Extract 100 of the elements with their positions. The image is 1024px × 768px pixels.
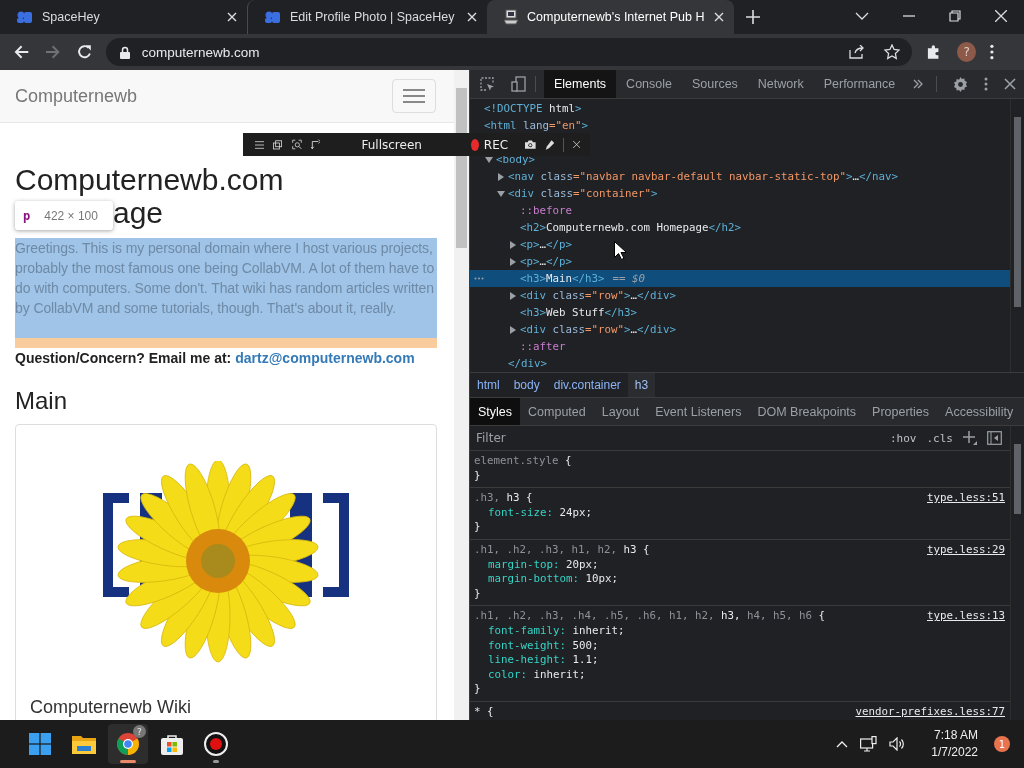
dom-node[interactable]: ::before	[470, 202, 1010, 219]
source-link[interactable]: vendor-prefixes.less:77	[855, 704, 1005, 720]
more-icon[interactable]	[984, 77, 988, 91]
camera-icon[interactable]	[525, 138, 536, 151]
state-toggle[interactable]: .cls	[926, 431, 953, 445]
devtools-tab[interactable]: Performance	[813, 70, 906, 98]
source-link[interactable]: type.less:13	[927, 609, 1005, 624]
css-selector: .h1, .h2, .h3, h1, h2,	[474, 542, 617, 556]
closing-brace: }	[474, 682, 482, 697]
restore-icon[interactable]	[949, 10, 961, 22]
css-declaration[interactable]: color: inherit;	[474, 667, 1005, 683]
scrollbar[interactable]	[454, 70, 469, 720]
network-icon[interactable]	[860, 736, 878, 752]
clock-date[interactable]: 1/7/2022	[931, 744, 978, 761]
site-brand[interactable]: Computernewb	[15, 85, 138, 107]
more-tabs-icon[interactable]	[913, 79, 924, 89]
source-link[interactable]: type.less:29	[927, 542, 1005, 558]
windows-icon[interactable]	[273, 137, 283, 152]
menu-button[interactable]	[392, 79, 437, 113]
css-declaration[interactable]: font-size: 24px;	[474, 505, 1005, 521]
dom-node[interactable]: <div class="row">…</div>	[470, 321, 1010, 338]
css-selector: element.style	[474, 454, 559, 467]
styles-tab[interactable]: Properties	[864, 398, 938, 425]
email-link[interactable]: dartz@computernewb.com	[235, 348, 415, 368]
devtools-tab[interactable]: Network	[747, 70, 814, 98]
collapse-arrow-icon[interactable]	[485, 155, 493, 164]
styles-tab[interactable]: Styles	[470, 398, 521, 425]
crop-region-icon[interactable]	[310, 137, 321, 152]
scrollbar[interactable]	[1010, 426, 1024, 720]
dom-node[interactable]: <h3>Main</h3> == $0	[470, 270, 1010, 287]
devtools-tab[interactable]: Sources	[682, 70, 748, 98]
menu-icon[interactable]	[990, 44, 994, 60]
css-selector: h3	[623, 542, 637, 556]
record-dot-icon	[470, 138, 479, 151]
dom-node[interactable]: <div class="row">…</div>	[470, 287, 1010, 304]
star-icon[interactable]	[883, 44, 900, 60]
breadcrumb-item[interactable]: div.container	[546, 373, 628, 397]
breadcrumb-item[interactable]: h3	[627, 373, 656, 397]
taskbar-app[interactable]: ?	[108, 724, 148, 764]
source-link[interactable]: type.less:51	[927, 491, 1005, 506]
dom-node[interactable]: <!DOCTYPE html>	[470, 100, 1010, 117]
collapse-arrow-icon[interactable]	[497, 189, 505, 198]
css-declaration[interactable]: line-height: 1.1;	[474, 653, 1005, 668]
inspect-icon[interactable]	[479, 76, 495, 92]
scrollbar[interactable]	[1010, 99, 1024, 372]
expand-arrow-icon[interactable]	[509, 291, 517, 300]
css-declaration[interactable]: font-weight: 500;	[474, 638, 1005, 654]
styles-tab[interactable]: Event Listeners	[647, 398, 750, 425]
devtools-tab[interactable]: Console	[616, 70, 682, 98]
back-icon[interactable]	[14, 44, 30, 60]
expand-arrow-icon[interactable]	[509, 240, 517, 249]
dom-node[interactable]: ::after	[470, 338, 1010, 355]
expand-arrow-icon[interactable]	[509, 325, 517, 334]
expand-arrow-icon[interactable]	[497, 172, 505, 181]
dom-node[interactable]: <html lang="en">	[470, 117, 1010, 134]
css-declaration[interactable]: margin-top: 20px;	[474, 557, 1005, 573]
styles-tab[interactable]: DOM Breakpoints	[749, 398, 865, 425]
forward-icon[interactable]	[45, 44, 61, 60]
css-selector: {	[643, 542, 650, 556]
dom-node[interactable]: <p>…</p>	[470, 236, 1010, 253]
device-icon[interactable]	[511, 76, 527, 92]
sidebar-toggle-icon[interactable]	[987, 431, 1002, 445]
dom-node[interactable]: <nav class="navbar navbar-default navbar-static-top">…</nav>	[470, 168, 1010, 185]
close-icon[interactable]	[1004, 78, 1016, 90]
chevron-up-icon[interactable]	[836, 740, 849, 748]
record-status[interactable]: REC	[483, 137, 509, 152]
css-declaration[interactable]: font-family: inherit;	[474, 623, 1005, 639]
menu-icon	[403, 89, 426, 103]
devtools-tab[interactable]: Elements	[544, 70, 617, 98]
styles-tab[interactable]: Computed	[520, 398, 594, 425]
clock-time[interactable]: 7:18 AM	[933, 727, 978, 744]
css-declaration[interactable]: margin-bottom: 10px;	[474, 572, 1005, 587]
new-tab-icon[interactable]	[746, 10, 760, 24]
expand-arrow-icon[interactable]	[509, 257, 517, 266]
state-toggle[interactable]: :hov	[890, 431, 917, 445]
dom-node[interactable]: <h3>Web Stuff</h3>	[470, 304, 1010, 321]
dom-node[interactable]: <div class="container">	[470, 185, 1010, 202]
folder-icon	[72, 734, 96, 754]
add-icon[interactable]	[963, 431, 977, 445]
breadcrumb-item[interactable]: html	[470, 373, 507, 397]
dom-node[interactable]: <h2>Computernewb.com Homepage</h2>	[470, 219, 1010, 236]
styles-tab[interactable]: Accessibility	[937, 398, 1022, 425]
address-bar[interactable]: computernewb.com	[105, 38, 912, 66]
dom-node[interactable]: </div>	[470, 355, 1010, 372]
page-heading: Computernewb.com	[15, 163, 284, 196]
browser-tab[interactable]: SpaceHey	[0, 0, 247, 34]
dom-node[interactable]: <body>	[470, 151, 1010, 168]
reload-icon[interactable]	[76, 44, 92, 60]
dom-node[interactable]: <p>…</p>	[470, 253, 1010, 270]
region-search-icon[interactable]	[291, 137, 302, 152]
profile-avatar[interactable]: ?	[957, 42, 977, 62]
browser-tab[interactable]: Computernewb's Internet Pub H	[487, 0, 734, 34]
styles-tab[interactable]: Layout	[593, 398, 648, 425]
breadcrumb-item[interactable]: body	[506, 373, 547, 397]
volume-icon[interactable]	[889, 737, 906, 751]
share-icon[interactable]	[848, 45, 864, 59]
cursor-icon	[614, 241, 626, 260]
capture-mode[interactable]: Fullscreen	[361, 137, 422, 152]
settings-icon[interactable]	[953, 76, 968, 92]
chevron-down-icon[interactable]	[855, 12, 869, 20]
